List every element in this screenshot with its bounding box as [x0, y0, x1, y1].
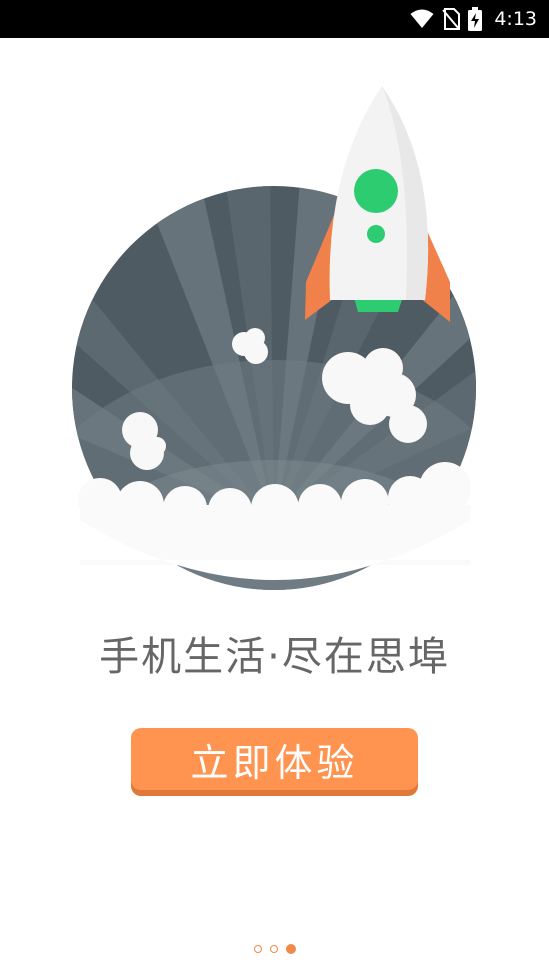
page-dot-1[interactable] — [253, 945, 262, 953]
slogan-text: 手机生活·尽在思埠 — [99, 634, 450, 680]
wifi-icon — [410, 9, 434, 28]
status-bar: 4:13 — [0, 0, 549, 38]
battery-charging-icon — [468, 7, 483, 31]
page-dot-2[interactable] — [269, 945, 278, 953]
status-time: 4:13 — [494, 8, 537, 30]
page-indicator — [0, 941, 549, 957]
rocket-illustration — [72, 86, 476, 590]
try-now-label: 立即体验 — [190, 740, 359, 785]
page-dot-3[interactable] — [285, 944, 296, 954]
status-icons: 4:13 — [410, 0, 537, 38]
try-now-button[interactable]: 立即体验 — [131, 728, 418, 790]
no-sim-icon — [442, 8, 461, 30]
